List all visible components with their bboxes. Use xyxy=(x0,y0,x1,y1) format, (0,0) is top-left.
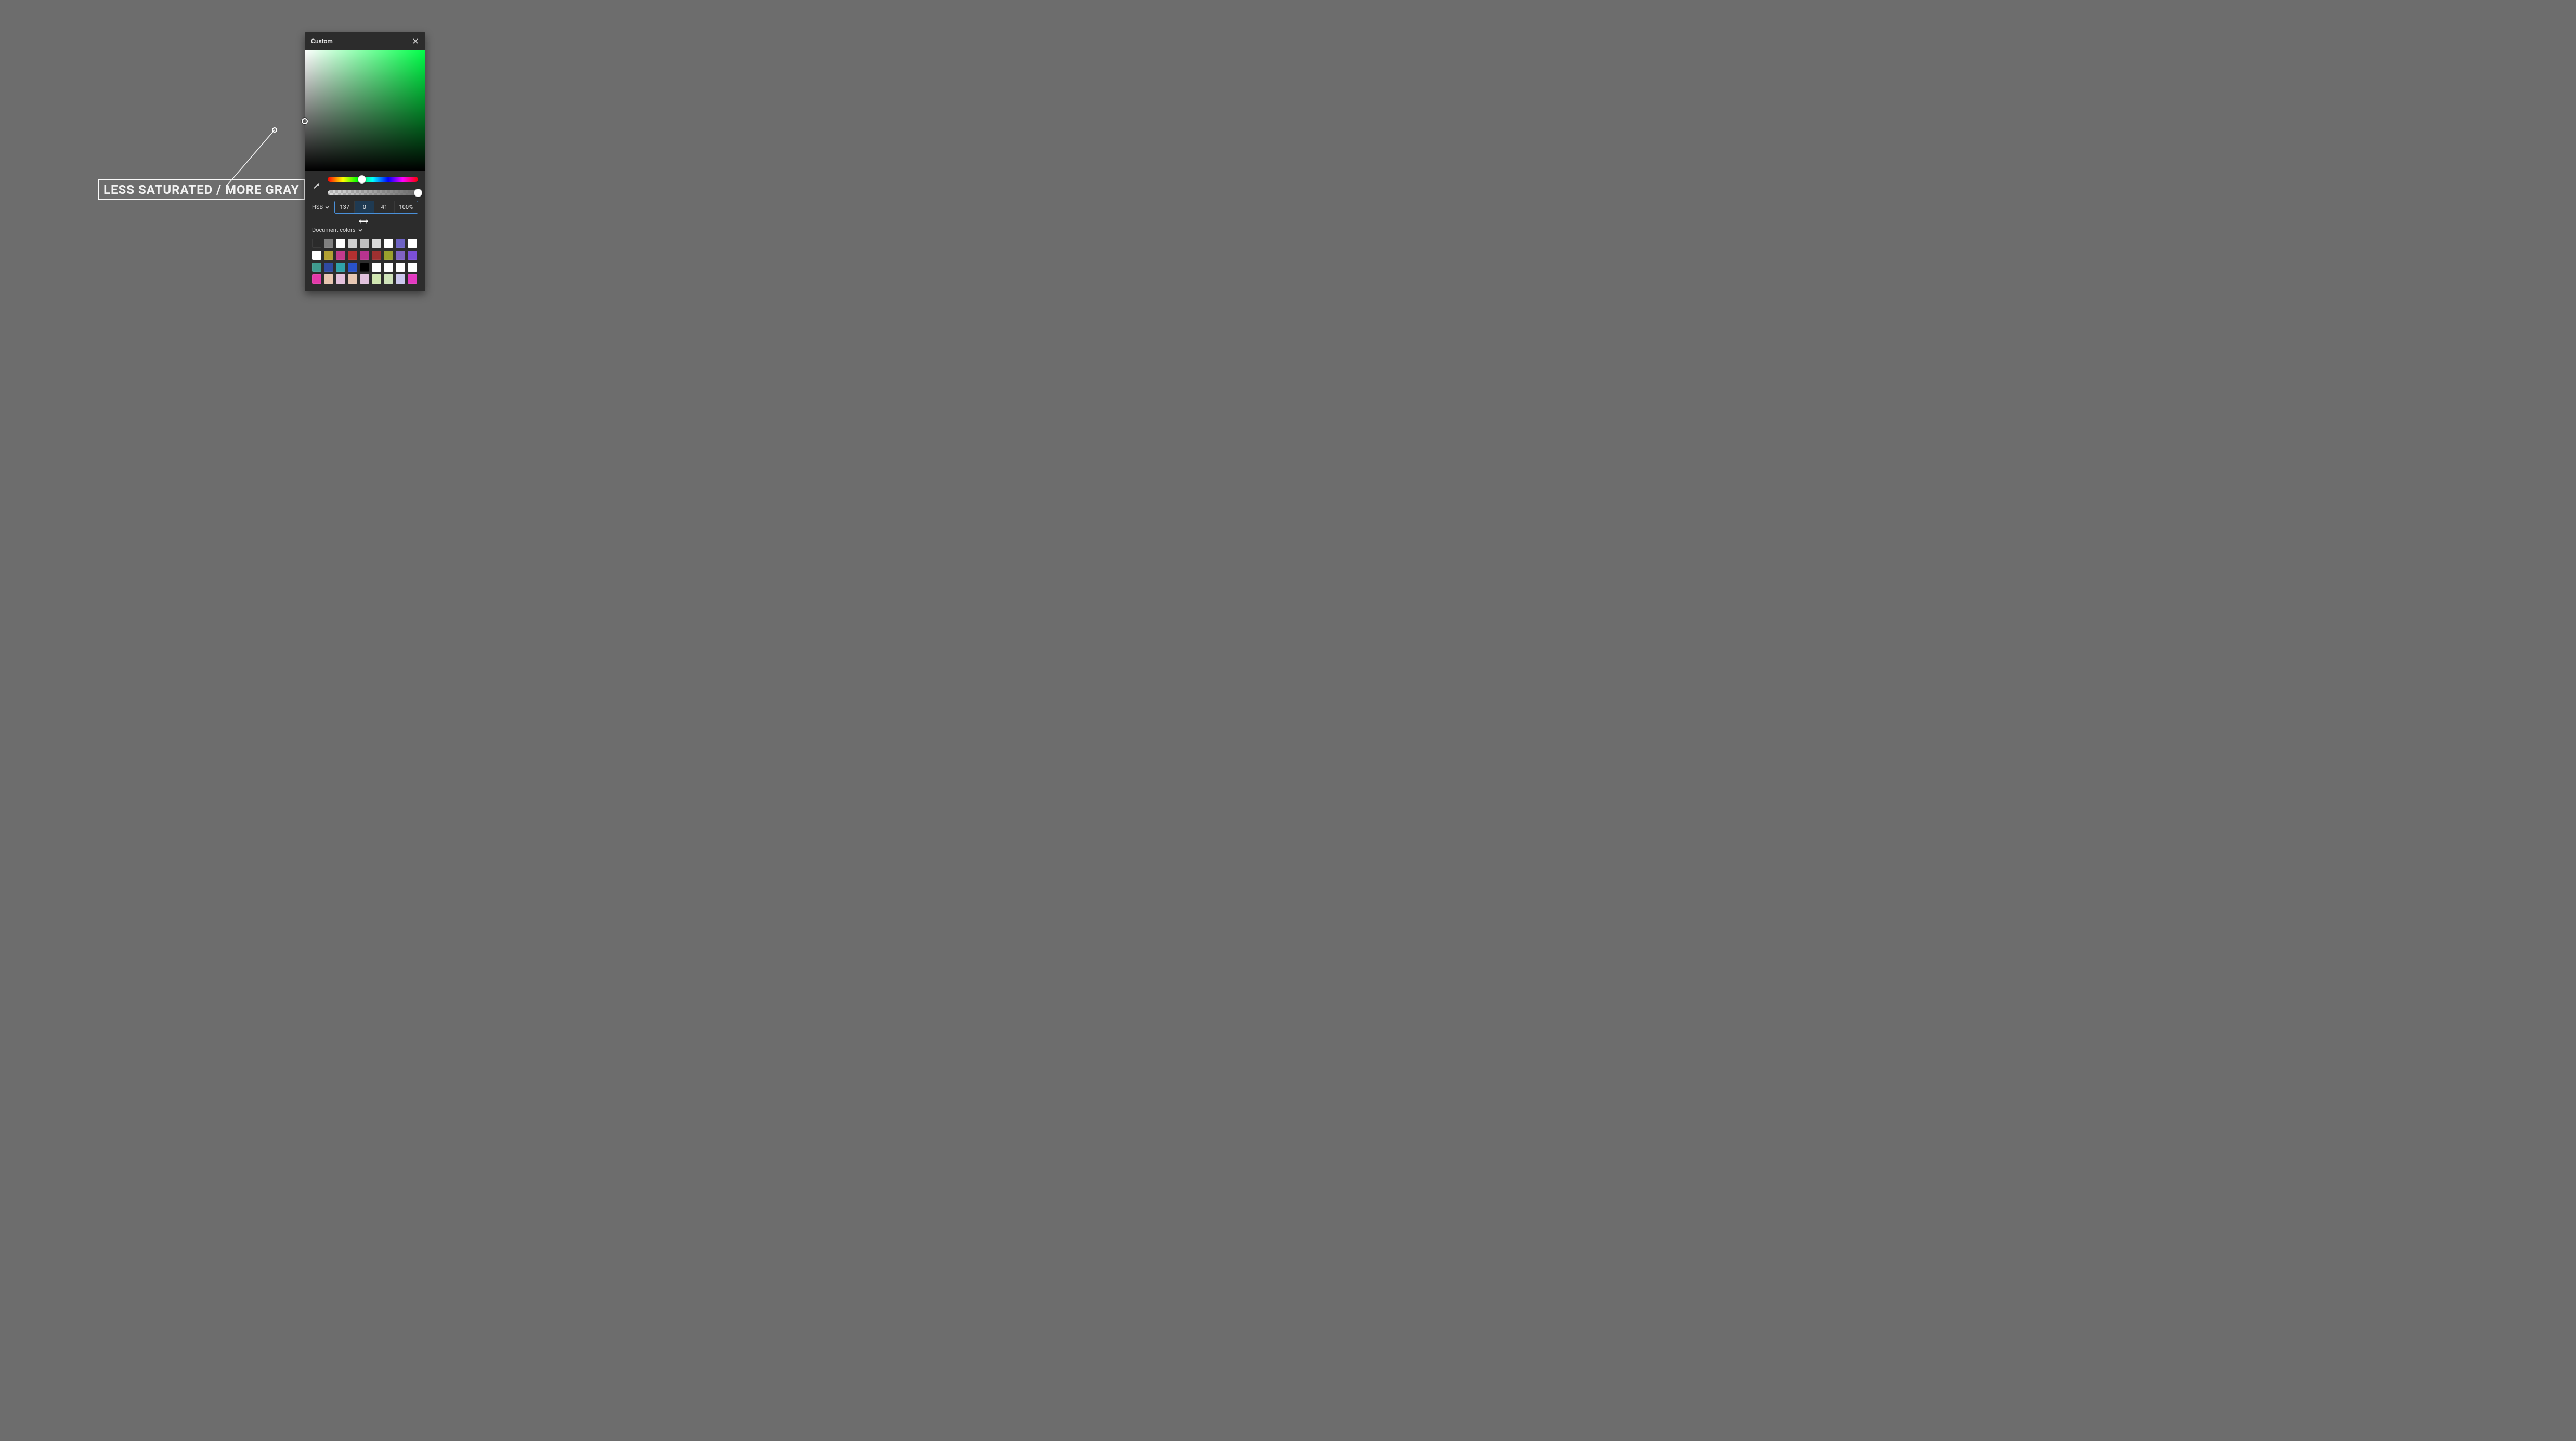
color-swatch[interactable] xyxy=(384,251,393,260)
panel-header: Custom xyxy=(305,32,425,50)
color-swatch[interactable] xyxy=(384,263,393,272)
panel-title: Custom xyxy=(311,37,333,45)
color-swatch[interactable] xyxy=(348,239,357,248)
annotation-endpoint-dot xyxy=(272,127,277,133)
color-mode-label: HSB xyxy=(312,204,323,211)
saturation-brightness-field[interactable] xyxy=(305,50,425,171)
color-swatch[interactable] xyxy=(384,239,393,248)
color-swatch[interactable] xyxy=(324,251,333,260)
chevron-down-icon xyxy=(325,205,329,209)
annotation-text: LESS SATURATED / MORE GRAY xyxy=(103,182,300,197)
color-swatch[interactable] xyxy=(396,263,405,272)
color-swatch[interactable] xyxy=(360,251,369,260)
color-swatch[interactable] xyxy=(408,263,417,272)
color-swatch[interactable] xyxy=(360,239,369,248)
color-swatch[interactable] xyxy=(372,251,381,260)
hue-input[interactable]: 137 xyxy=(335,201,355,213)
color-swatch[interactable] xyxy=(324,274,333,284)
color-swatch[interactable] xyxy=(384,274,393,284)
color-swatch[interactable] xyxy=(348,251,357,260)
color-swatch[interactable] xyxy=(408,251,417,260)
annotation-label-box: LESS SATURATED / MORE GRAY xyxy=(98,179,305,200)
alpha-slider[interactable] xyxy=(328,190,418,195)
color-swatch[interactable] xyxy=(348,274,357,284)
color-swatch[interactable] xyxy=(396,251,405,260)
close-icon[interactable] xyxy=(412,37,419,45)
color-swatch[interactable] xyxy=(372,239,381,248)
brightness-input[interactable]: 41 xyxy=(374,201,394,213)
color-value-inputs: 137 0 41 100% xyxy=(334,201,418,214)
color-swatch[interactable] xyxy=(372,263,381,272)
saturation-input[interactable]: 0 xyxy=(355,201,374,213)
color-swatch[interactable] xyxy=(312,251,321,260)
eyedropper-icon[interactable] xyxy=(312,181,321,191)
color-swatch[interactable] xyxy=(324,263,333,272)
color-picker-panel: Custom HSB xyxy=(305,32,425,291)
color-swatch[interactable] xyxy=(312,239,321,248)
color-swatch[interactable] xyxy=(408,274,417,284)
color-swatch[interactable] xyxy=(336,263,345,272)
hue-slider-thumb[interactable] xyxy=(358,175,366,184)
color-swatch[interactable] xyxy=(372,274,381,284)
hue-slider[interactable] xyxy=(328,177,418,182)
color-swatch[interactable] xyxy=(312,263,321,272)
color-swatch[interactable] xyxy=(324,239,333,248)
color-mode-dropdown[interactable]: HSB xyxy=(312,204,329,211)
alpha-input[interactable]: 100% xyxy=(395,201,418,213)
color-swatch[interactable] xyxy=(360,263,369,272)
document-colors-label: Document colors xyxy=(312,227,356,233)
color-swatch[interactable] xyxy=(408,239,417,248)
color-swatch[interactable] xyxy=(396,239,405,248)
color-swatch[interactable] xyxy=(336,251,345,260)
color-swatch[interactable] xyxy=(336,274,345,284)
color-swatch[interactable] xyxy=(336,239,345,248)
color-swatch[interactable] xyxy=(312,274,321,284)
document-color-swatches xyxy=(312,239,418,284)
document-colors-dropdown[interactable]: Document colors xyxy=(312,227,418,233)
alpha-slider-thumb[interactable] xyxy=(414,189,422,197)
color-swatch[interactable] xyxy=(360,274,369,284)
color-swatch[interactable] xyxy=(348,263,357,272)
color-swatch[interactable] xyxy=(396,274,405,284)
chevron-down-icon xyxy=(358,228,362,232)
sb-cursor[interactable] xyxy=(302,118,308,124)
